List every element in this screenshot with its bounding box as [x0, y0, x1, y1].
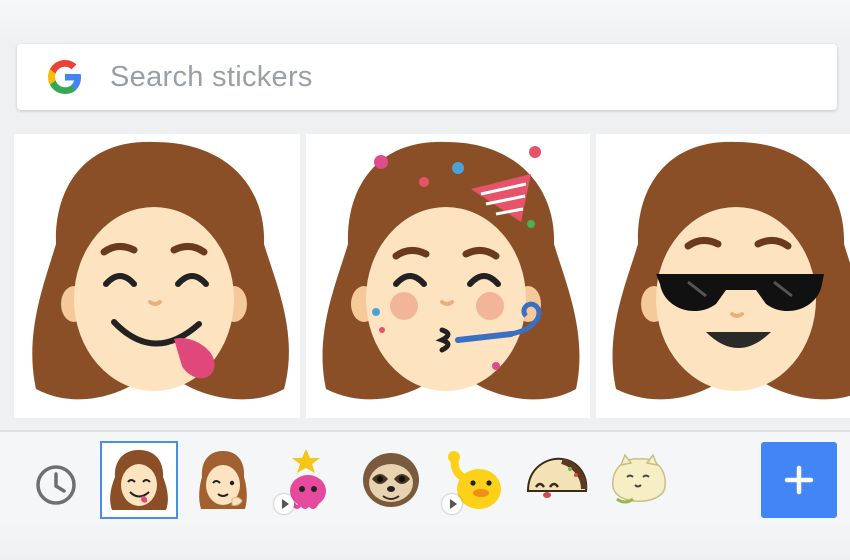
search-input[interactable]: Search stickers [110, 61, 313, 94]
silly-tongue-face-sticker-icon [32, 141, 289, 400]
clock-icon [36, 465, 76, 505]
party-kiss-face-sticker-icon [322, 141, 580, 400]
sticker-results [0, 126, 850, 426]
animated-badge-icon [442, 494, 462, 514]
sticker-party-kiss[interactable] [306, 134, 590, 418]
sticker-pack-mochi-cat[interactable] [600, 442, 676, 518]
google-logo-icon [48, 60, 81, 94]
animated-badge-icon [274, 494, 294, 514]
sticker-sunglasses[interactable] [596, 134, 850, 418]
sticker-silly-tongue[interactable] [14, 134, 300, 418]
top-strip [0, 0, 850, 44]
taco-icon [526, 457, 588, 498]
recent-stickers-button[interactable] [30, 459, 82, 511]
sticker-pack-pink-octopus[interactable] [268, 442, 344, 518]
bitmoji-wink-icon [199, 451, 247, 509]
add-sticker-pack-button[interactable] [761, 442, 837, 518]
search-bar[interactable]: Search stickers [17, 44, 837, 110]
sticker-pack-bitmoji-wink[interactable] [185, 442, 261, 518]
sticker-pack-taco[interactable] [519, 442, 595, 518]
mochi-cat-icon [612, 453, 666, 504]
bitmoji-avatar-icon [110, 450, 168, 510]
sticker-pack-yellow-duck[interactable] [436, 442, 512, 518]
sunglasses-face-sticker-icon [612, 141, 850, 400]
sloth-icon [363, 453, 419, 507]
bottom-fade [0, 520, 850, 560]
plus-icon [784, 465, 814, 495]
sticker-pack-sloth[interactable] [353, 442, 429, 518]
sticker-pack-bitmoji-avatar[interactable] [100, 441, 178, 519]
